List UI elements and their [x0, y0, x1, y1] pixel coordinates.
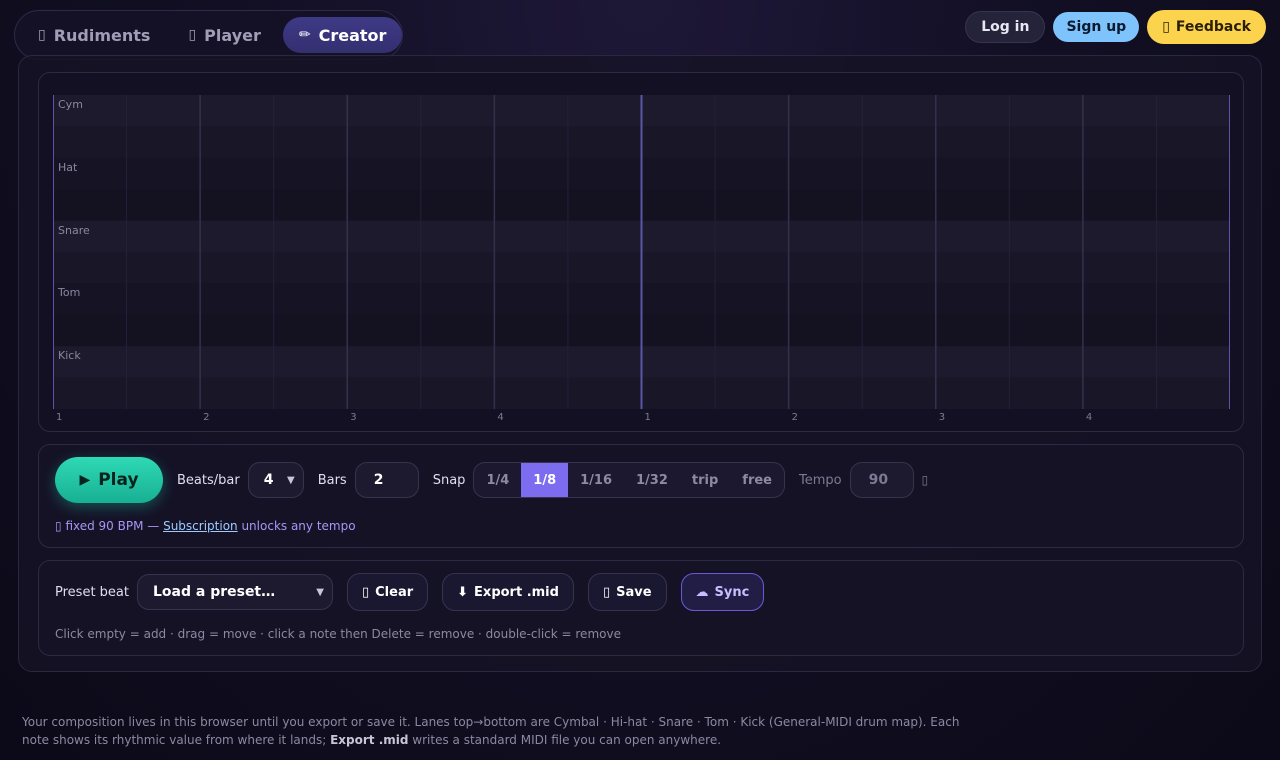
- transport-card: ▶ Play Beats/bar 4 ▼ Bars 2 Snap 1/4 1/8 1…: [38, 444, 1244, 548]
- beat-number: 3: [938, 412, 946, 423]
- chevron-down-icon: ▼: [316, 586, 324, 598]
- snap-option[interactable]: free: [730, 463, 784, 497]
- signup-button[interactable]: Sign up: [1053, 12, 1140, 42]
- tempo-input[interactable]: 90: [849, 462, 914, 498]
- chevron-down-icon: ▼: [287, 474, 295, 486]
- beat-number: 2: [203, 412, 210, 423]
- save-button[interactable]: ▯ Save: [587, 573, 667, 611]
- piano-roll-card: Cym Hat Snare Tom Kick 1 2 3 4 1 2 3 4: [38, 72, 1244, 432]
- sync-label: Sync: [714, 584, 750, 600]
- footer-text-end: writes a standard MIDI file you can open…: [408, 733, 722, 747]
- clear-label: Clear: [375, 584, 414, 600]
- pencil-icon: ✏: [298, 27, 311, 43]
- snap-option[interactable]: trip: [680, 463, 730, 497]
- login-button[interactable]: Log in: [965, 11, 1046, 43]
- tab-label: Player: [204, 25, 261, 45]
- sync-button[interactable]: ☁ Sync: [680, 573, 765, 611]
- snap-option[interactable]: 1/16: [568, 463, 624, 497]
- footer-bold: Export .mid: [330, 733, 409, 747]
- tempo-note-suffix: unlocks any tempo: [237, 519, 356, 533]
- snap-selector: 1/4 1/8 1/16 1/32 trip free: [473, 462, 785, 498]
- tempo-note: ▯ fixed 90 BPM — Subscription unlocks an…: [55, 519, 356, 533]
- tempo-note-text: fixed 90 BPM —: [65, 519, 164, 533]
- play-button[interactable]: ▶ Play: [55, 457, 163, 503]
- lock-icon: ▯: [921, 473, 929, 487]
- snap-option[interactable]: 1/4: [474, 463, 521, 497]
- tab-label: Rudiments: [53, 25, 151, 45]
- account-actions: Log in Sign up ▯ Feedback: [965, 10, 1266, 44]
- beat-number: 1: [644, 412, 651, 423]
- feedback-label: Feedback: [1175, 19, 1251, 35]
- subscription-link[interactable]: Subscription: [163, 519, 238, 533]
- lane-label: Kick: [58, 349, 81, 363]
- preset-select[interactable]: Load a preset… ▼: [136, 574, 333, 610]
- footer-note: Your composition lives in this browser u…: [22, 713, 982, 749]
- snap-option[interactable]: 1/8: [521, 463, 569, 497]
- export-label: Export .mid: [474, 584, 559, 600]
- trash-icon: ▯: [361, 584, 370, 600]
- lane-label: Cym: [58, 98, 83, 111]
- drum-grid[interactable]: [53, 95, 1230, 409]
- beat-number: 3: [350, 412, 357, 423]
- lane-label: Hat: [58, 160, 78, 174]
- tab-rudiments[interactable]: ▯ Rudiments: [22, 17, 166, 53]
- tab-player[interactable]: ▯ Player: [172, 17, 276, 53]
- creator-panel: Cym Hat Snare Tom Kick 1 2 3 4 1 2 3 4 ▶ Play Beats…: [18, 55, 1262, 672]
- tempo-value: 90: [868, 472, 889, 488]
- info-icon: ▯: [55, 519, 62, 533]
- player-icon: ▯: [188, 27, 197, 43]
- beat-number: 1: [56, 412, 63, 423]
- clear-button[interactable]: ▯ Clear: [346, 573, 429, 611]
- save-icon: ▯: [602, 584, 611, 600]
- preset-label: Preset beat: [55, 584, 129, 600]
- bars-input[interactable]: 2: [354, 462, 419, 498]
- snap-option[interactable]: 1/32: [624, 463, 680, 497]
- bars-value: 2: [373, 472, 384, 488]
- play-label: Play: [98, 470, 139, 490]
- lane-label: Tom: [58, 286, 81, 300]
- preset-card: Preset beat Load a preset… ▼ ▯ Clear ⬇ E…: [38, 560, 1244, 656]
- lane-label: Snare: [58, 223, 90, 237]
- tempo-label: Tempo: [799, 472, 842, 488]
- play-icon: ▶: [79, 472, 91, 488]
- cloud-icon: ☁: [695, 584, 709, 600]
- tab-label: Creator: [318, 25, 387, 45]
- beats-select[interactable]: 4 ▼: [247, 462, 304, 498]
- save-label: Save: [616, 584, 652, 600]
- preset-select-value: Load a preset…: [152, 584, 276, 600]
- beat-number: 4: [1085, 412, 1093, 423]
- tab-creator[interactable]: ✏ Creator: [282, 17, 403, 53]
- feedback-icon: ▯: [1162, 19, 1170, 35]
- mode-nav: ▯ Rudiments ▯ Player ✏ Creator: [14, 10, 403, 60]
- export-mid-button[interactable]: ⬇ Export .mid: [442, 573, 574, 611]
- download-icon: ⬇: [457, 584, 469, 600]
- beats-label: Beats/bar: [177, 472, 240, 488]
- feedback-button[interactable]: ▯ Feedback: [1147, 10, 1266, 44]
- editing-help: Click empty = add · drag = move · click …: [55, 627, 621, 641]
- beat-number: 4: [497, 412, 504, 423]
- beat-number: 2: [791, 412, 798, 423]
- drum-icon: ▯: [38, 27, 46, 43]
- bars-label: Bars: [317, 472, 347, 488]
- snap-label: Snap: [432, 472, 466, 488]
- beats-value: 4: [263, 472, 274, 488]
